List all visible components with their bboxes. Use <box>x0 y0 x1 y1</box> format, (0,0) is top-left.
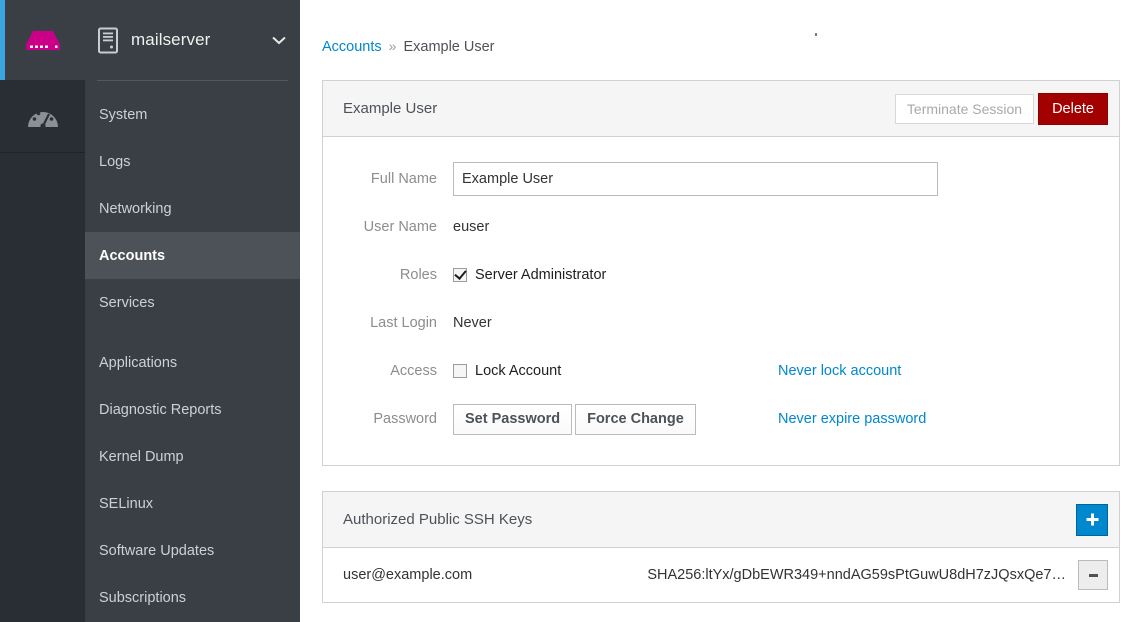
breadcrumb-separator: » <box>388 38 397 54</box>
roles-checkbox-wrap: Server Administrator <box>453 267 778 283</box>
server-administrator-checkbox[interactable] <box>453 268 467 282</box>
ssh-keys-card: Authorized Public SSH Keys user@example.… <box>322 491 1120 603</box>
sidebar-nav: System Logs Networking Accounts Services… <box>85 81 300 621</box>
breadcrumb-current: Example User <box>403 39 495 55</box>
breadcrumb: Accounts » Example User <box>300 0 1144 55</box>
account-card-header: Example User Terminate Session Delete <box>323 81 1119 137</box>
ssh-key-name: user@example.com <box>343 567 473 583</box>
sidebar-item-label: Kernel Dump <box>99 448 184 465</box>
sidebar-item-label: Networking <box>99 200 172 217</box>
cockpit-web-console: mailserver System Logs Networking Accoun… <box>0 0 1144 622</box>
password-value: Set Password Force Change Never expire p… <box>453 403 1119 435</box>
brand-logo[interactable] <box>0 0 85 80</box>
lock-account-checkbox[interactable] <box>453 364 467 378</box>
sidebar-item-applications[interactable]: Applications <box>85 339 300 386</box>
full-name-input[interactable] <box>453 162 938 196</box>
never-expire-password-link[interactable]: Never expire password <box>778 411 926 427</box>
server-administrator-label: Server Administrator <box>475 267 607 283</box>
sidebar-item-system[interactable]: System <box>85 91 300 138</box>
sidebar-item-label: System <box>99 106 148 123</box>
field-row-access: Access Lock Account Never lock account <box>323 347 1119 395</box>
delete-account-button[interactable]: Delete <box>1038 92 1108 125</box>
host-name-label: mailserver <box>131 30 211 49</box>
sidebar: mailserver System Logs Networking Accoun… <box>85 0 300 622</box>
lock-account-label: Lock Account <box>475 363 562 379</box>
field-row-full-name: Full Name <box>323 155 1119 203</box>
sidebar-item-label: Subscriptions <box>99 589 187 606</box>
roles-value: Server Administrator <box>453 267 1119 283</box>
render-artifact-dot <box>815 33 817 36</box>
account-card-body: Full Name User Name euser Roles Server A… <box>323 137 1119 465</box>
ssh-key-row: user@example.com SHA256:ltYx/gDbEWR349+n… <box>323 548 1119 602</box>
user-name-value: euser <box>453 219 490 235</box>
account-card-title: Example User <box>343 100 438 117</box>
full-name-value <box>453 162 1119 196</box>
breadcrumb-link-accounts[interactable]: Accounts <box>322 39 382 55</box>
sidebar-item-networking[interactable]: Networking <box>85 185 300 232</box>
sidebar-item-label: Diagnostic Reports <box>99 401 222 418</box>
dashboard-gauge-icon <box>27 111 58 128</box>
never-lock-account-link[interactable]: Never lock account <box>778 363 901 379</box>
sidebar-item-label: Software Updates <box>99 542 215 559</box>
rail-item-dashboard[interactable] <box>0 81 85 153</box>
host-switcher[interactable]: mailserver <box>85 0 300 80</box>
remove-ssh-key-button[interactable] <box>1078 560 1108 590</box>
sidebar-item-services[interactable]: Services <box>85 279 300 326</box>
last-login-label: Last Login <box>370 315 437 331</box>
server-tower-icon <box>98 27 118 53</box>
sidebar-item-label: Applications <box>99 354 178 371</box>
sidebar-item-subscriptions[interactable]: Subscriptions <box>85 574 300 621</box>
sidebar-item-label: Accounts <box>99 247 166 264</box>
terminate-session-button[interactable]: Terminate Session <box>894 93 1035 124</box>
field-row-password: Password Set Password Force Change Never… <box>323 395 1119 443</box>
sidebar-item-selinux[interactable]: SELinux <box>85 480 300 527</box>
sidebar-item-accounts[interactable]: Accounts <box>85 232 300 279</box>
ssh-key-fingerprint: SHA256:ltYx/gDbEWR349+nndAG59sPtGuwU8dH7… <box>647 567 1066 583</box>
last-login-value: Never <box>453 315 492 331</box>
roles-label: Roles <box>399 267 437 283</box>
set-password-button[interactable]: Set Password <box>453 403 573 435</box>
sidebar-item-label: SELinux <box>99 495 154 512</box>
sidebar-item-diagnostic-reports[interactable]: Diagnostic Reports <box>85 386 300 433</box>
password-button-group: Set Password Force Change <box>453 403 778 435</box>
access-checkbox-wrap: Lock Account <box>453 363 778 379</box>
chevron-down-icon <box>272 36 286 44</box>
full-name-label: Full Name <box>370 171 437 187</box>
field-row-last-login: Last Login Never <box>323 299 1119 347</box>
sidebar-item-software-updates[interactable]: Software Updates <box>85 527 300 574</box>
account-card: Example User Terminate Session Delete Fu… <box>322 80 1120 466</box>
access-label: Access <box>390 363 437 379</box>
sidebar-item-label: Services <box>99 294 155 311</box>
password-label: Password <box>373 411 437 427</box>
sidebar-item-label: Logs <box>99 153 131 170</box>
access-value: Lock Account Never lock account <box>453 363 1119 379</box>
ssh-keys-card-header: Authorized Public SSH Keys <box>323 492 1119 548</box>
user-name-label: User Name <box>363 219 437 235</box>
plus-icon <box>1086 513 1098 526</box>
main-content: Accounts » Example User Example User Ter… <box>300 0 1144 622</box>
ssh-keys-card-title: Authorized Public SSH Keys <box>343 511 533 528</box>
minus-icon <box>1088 573 1098 577</box>
sidebar-item-kernel-dump[interactable]: Kernel Dump <box>85 433 300 480</box>
force-change-button[interactable]: Force Change <box>575 403 696 435</box>
field-row-roles: Roles Server Administrator <box>323 251 1119 299</box>
sidebar-item-logs[interactable]: Logs <box>85 138 300 185</box>
server-storage-icon <box>25 31 60 50</box>
add-ssh-key-button[interactable] <box>1076 503 1108 536</box>
active-accent-bar <box>0 0 5 80</box>
icon-rail <box>0 0 85 622</box>
field-row-user-name: User Name euser <box>323 203 1119 251</box>
